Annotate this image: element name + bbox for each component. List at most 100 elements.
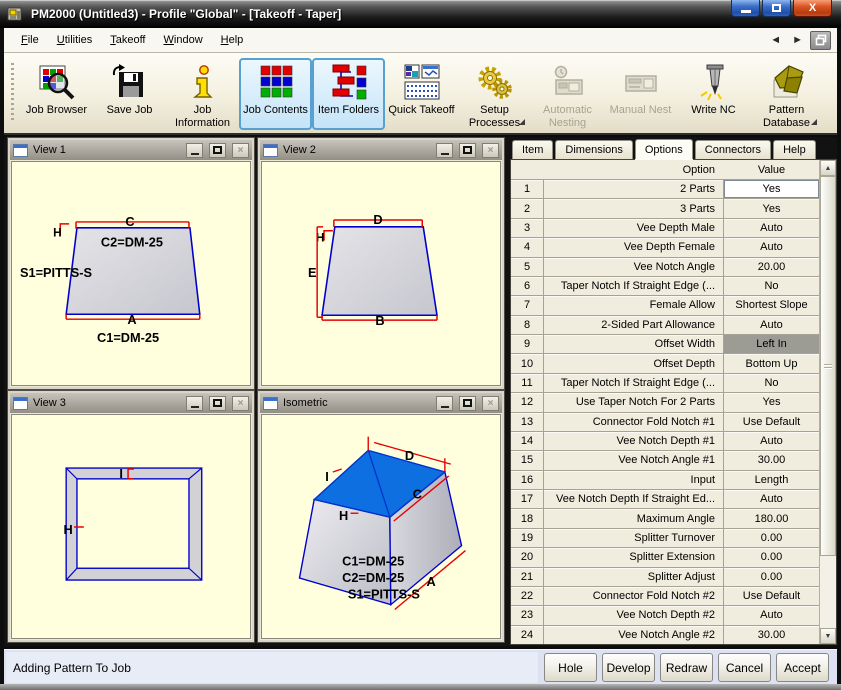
option-value[interactable]: Auto [724, 217, 819, 237]
isometric-canvas[interactable]: D I C H A C1=DM-25 C2=DM-25 S1=PITTS-S [261, 414, 501, 639]
option-value[interactable]: Use Default [724, 411, 819, 431]
option-row[interactable]: 12 Use Taper Notch For 2 Parts Yes [511, 392, 819, 412]
option-row[interactable]: 23 Vee Notch Depth #2 Auto [511, 605, 819, 625]
tab-item[interactable]: Item [512, 140, 554, 159]
option-value[interactable]: 0.00 [724, 547, 819, 566]
view-maximize-button[interactable] [209, 395, 226, 411]
option-value[interactable]: Yes [724, 179, 819, 199]
option-value[interactable]: Auto [724, 605, 819, 624]
view1-title-bar[interactable]: View 1 × [10, 140, 252, 160]
scroll-up-icon[interactable]: ▲ [820, 160, 836, 176]
view-minimize-button[interactable] [186, 395, 203, 411]
pattern-database-button[interactable]: Pattern Database [750, 58, 823, 130]
view-close-button[interactable]: × [232, 142, 249, 158]
option-row[interactable]: 22 Connector Fold Notch #2 Use Default [511, 585, 819, 606]
option-row[interactable]: 19 Splitter Turnover 0.00 [511, 527, 819, 548]
option-row[interactable]: 13 Connector Fold Notch #1 Use Default [511, 411, 819, 431]
option-value[interactable]: Left In [724, 334, 819, 354]
menu-item-help[interactable]: Help [212, 30, 253, 50]
view-close-button[interactable]: × [232, 395, 249, 411]
cancel-button[interactable]: Cancel [718, 653, 771, 682]
view-minimize-button[interactable] [436, 395, 453, 411]
option-row[interactable]: 17 Vee Notch Depth If Straight Ed... Auto [511, 489, 819, 509]
view-close-button[interactable]: × [482, 395, 499, 411]
menu-item-file[interactable]: File [12, 30, 48, 50]
tab-connectors[interactable]: Connectors [694, 140, 772, 159]
option-value[interactable]: 0.00 [724, 527, 819, 547]
menu-item-takeoff[interactable]: Takeoff [101, 30, 154, 50]
setup-processes-button[interactable]: Setup Processes [458, 58, 531, 130]
option-value[interactable]: Auto [724, 489, 819, 508]
option-row[interactable]: 24 Vee Notch Angle #2 30.00 [511, 624, 819, 644]
view1-canvas[interactable]: C H C2=DM-25 S1=PITTS-S A C1=DM-25 [11, 161, 251, 386]
option-row[interactable]: 10 Offset Depth Bottom Up [511, 353, 819, 373]
option-value[interactable]: Bottom Up [724, 353, 819, 372]
option-value[interactable]: 0.00 [724, 566, 819, 586]
view-maximize-button[interactable] [459, 395, 476, 411]
option-row[interactable]: 5 Vee Notch Angle 20.00 [511, 256, 819, 276]
option-row[interactable]: 11 Taper Notch If Straight Edge (... No [511, 372, 819, 393]
view-maximize-button[interactable] [459, 142, 476, 158]
option-value[interactable]: No [724, 275, 819, 295]
option-row[interactable]: 16 Input Length [511, 469, 819, 489]
accept-button[interactable]: Accept [776, 653, 829, 682]
menu-item-window[interactable]: Window [155, 30, 212, 50]
scroll-down-icon[interactable]: ▼ [820, 628, 836, 644]
table-scrollbar[interactable]: ▲ ▼ [819, 160, 836, 644]
view-minimize-button[interactable] [436, 142, 453, 158]
option-row[interactable]: 7 Female Allow Shortest Slope [511, 295, 819, 315]
close-button[interactable]: X [793, 0, 832, 17]
job-browser-button[interactable]: Job Browser [20, 58, 93, 130]
option-value[interactable]: 20.00 [724, 256, 819, 276]
maximize-button[interactable] [762, 0, 791, 17]
option-row[interactable]: 9 Offset Width Left In [511, 334, 819, 354]
option-value[interactable]: No [724, 372, 819, 392]
option-row[interactable]: 4 Vee Depth Female Auto [511, 237, 819, 257]
option-row[interactable]: 8 2-Sided Part Allowance Auto [511, 314, 819, 334]
option-row[interactable]: 18 Maximum Angle 180.00 [511, 508, 819, 528]
tab-help[interactable]: Help [773, 140, 816, 159]
option-value[interactable]: 30.00 [724, 624, 819, 644]
toolbar-grip[interactable] [11, 63, 14, 123]
job-contents-button[interactable]: Job Contents [239, 58, 312, 130]
view-minimize-button[interactable] [186, 142, 203, 158]
save-job-button[interactable]: Save Job [93, 58, 166, 130]
option-row[interactable]: 12 Parts Yes [511, 179, 819, 199]
quick-takeoff-button[interactable]: Quick Takeoff [385, 58, 458, 130]
option-value[interactable]: Use Default [724, 585, 819, 605]
forward-arrow-icon[interactable]: ► [788, 32, 807, 48]
back-arrow-icon[interactable]: ◄ [766, 32, 785, 48]
option-value[interactable]: Yes [724, 198, 819, 217]
scrollbar-thumb[interactable] [820, 176, 836, 556]
option-row[interactable]: 20 Splitter Extension 0.00 [511, 547, 819, 567]
isometric-title-bar[interactable]: Isometric × [260, 393, 502, 413]
develop-button[interactable]: Develop [602, 653, 655, 682]
restore-child-button[interactable] [810, 30, 831, 50]
write-nc-button[interactable]: Write NC [677, 58, 750, 130]
option-value[interactable]: Auto [724, 314, 819, 334]
option-value[interactable]: Yes [724, 392, 819, 411]
tab-dimensions[interactable]: Dimensions [555, 140, 633, 159]
option-value[interactable]: Auto [724, 430, 819, 450]
option-row[interactable]: 21 Splitter Adjust 0.00 [511, 566, 819, 586]
option-value[interactable]: Shortest Slope [724, 295, 819, 314]
option-value[interactable]: Length [724, 469, 819, 489]
view2-title-bar[interactable]: View 2 × [260, 140, 502, 160]
view3-canvas[interactable]: I H [11, 414, 251, 639]
option-row[interactable]: 14 Vee Notch Depth #1 Auto [511, 430, 819, 451]
minimize-button[interactable] [731, 0, 760, 17]
view-close-button[interactable]: × [482, 142, 499, 158]
redraw-button[interactable]: Redraw [660, 653, 713, 682]
hole-button[interactable]: Hole [544, 653, 597, 682]
option-value[interactable]: Auto [724, 237, 819, 256]
view2-canvas[interactable]: D H E B [261, 161, 501, 386]
option-row[interactable]: 23 Parts Yes [511, 198, 819, 218]
view3-title-bar[interactable]: View 3 × [10, 393, 252, 413]
option-value[interactable]: 180.00 [724, 508, 819, 527]
job-information-button[interactable]: Job Information [166, 58, 239, 130]
option-row[interactable]: 3 Vee Depth Male Auto [511, 217, 819, 238]
menu-item-utilities[interactable]: Utilities [48, 30, 101, 50]
option-row[interactable]: 15 Vee Notch Angle #1 30.00 [511, 450, 819, 470]
item-folders-button[interactable]: Item Folders [312, 58, 385, 130]
option-row[interactable]: 6 Taper Notch If Straight Edge (... No [511, 275, 819, 296]
